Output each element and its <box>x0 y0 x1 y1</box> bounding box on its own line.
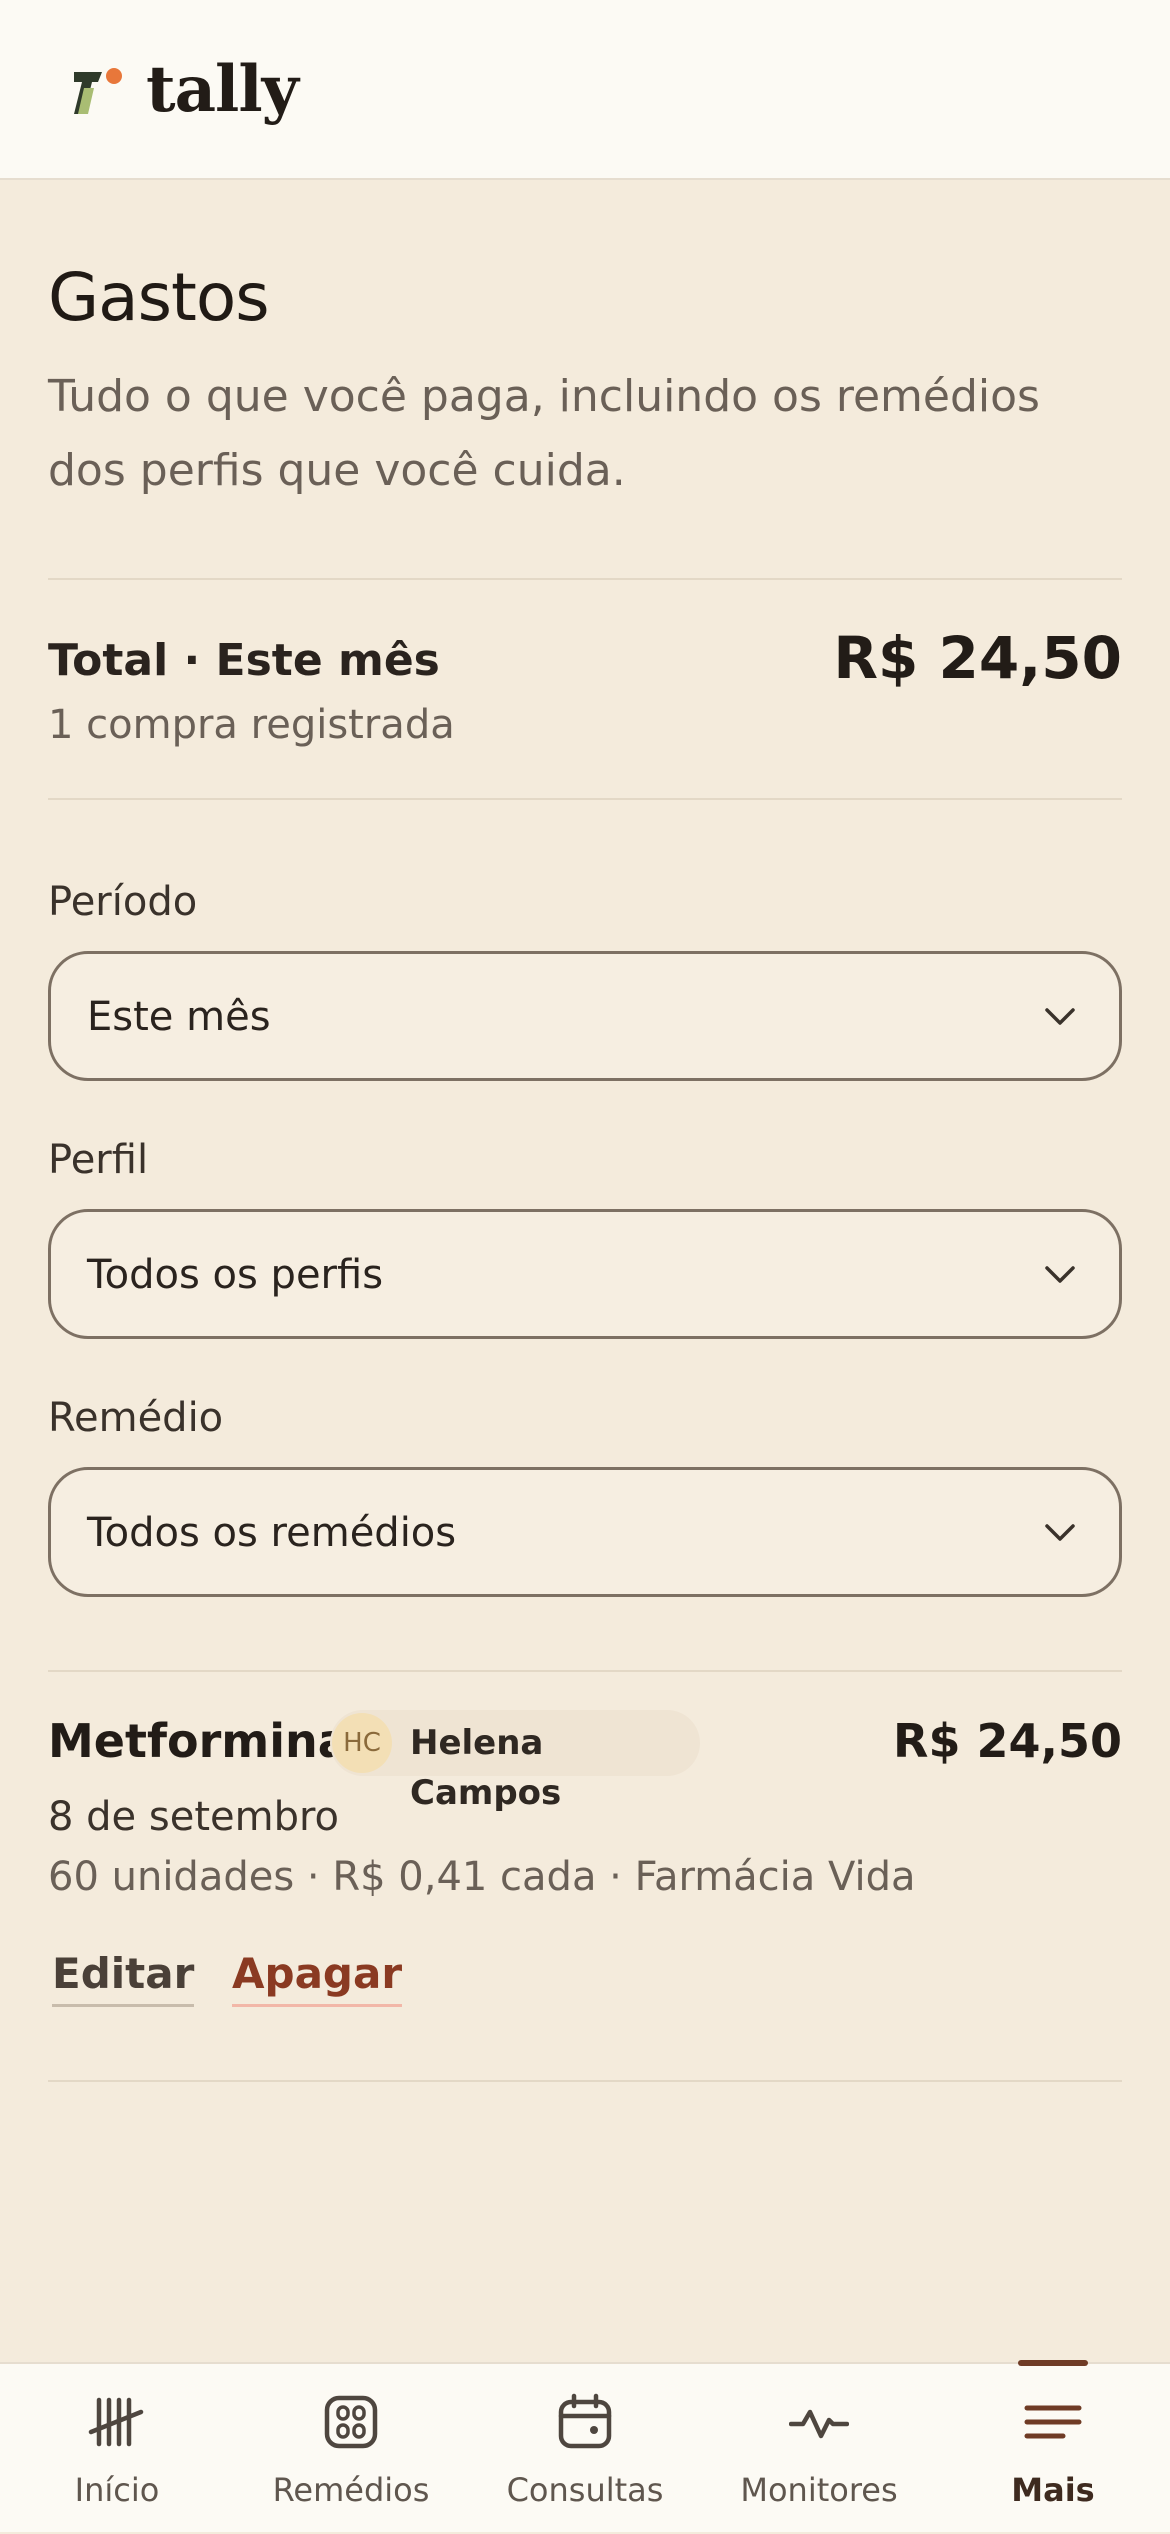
profile-select-value: Todos os perfis <box>87 1252 384 1298</box>
profile-label: Perfil <box>48 1137 149 1183</box>
medicine-label: Remédio <box>48 1395 224 1441</box>
expense-date: 8 de setembro <box>48 1794 340 1840</box>
profile-chip-name: Helena Campos <box>410 1723 562 1813</box>
delete-button[interactable]: Apagar <box>232 1946 403 2007</box>
chevron-down-icon <box>1045 1524 1075 1541</box>
tab-label: Monitores <box>740 2471 898 2509</box>
page-title: Gastos <box>48 259 270 336</box>
total-label: Total · Este mês <box>48 635 440 686</box>
profile-select[interactable]: Todos os perfis <box>48 1209 1122 1339</box>
chevron-down-icon <box>1045 1008 1075 1025</box>
divider <box>48 1670 1122 1672</box>
divider <box>48 2080 1122 2082</box>
profile-chip: HC Helena Campos <box>330 1710 700 1813</box>
period-label: Período <box>48 879 198 925</box>
avatar: HC <box>332 1713 392 1773</box>
bottom-tab-bar: Início Remédios Consultas Monitores Mais <box>0 2360 1170 2534</box>
period-select[interactable]: Este mês <box>48 951 1122 1081</box>
expense-price: R$ 24,50 <box>893 1714 1122 1768</box>
app-logo-text: tally <box>146 52 299 127</box>
page-subtitle: Tudo o que você paga, incluindo os reméd… <box>48 371 1040 496</box>
total-amount: R$ 24,50 <box>833 624 1122 692</box>
calendar-icon <box>558 2393 612 2449</box>
tally-logo-icon <box>74 68 122 114</box>
active-tab-indicator <box>1018 2360 1088 2366</box>
chevron-down-icon <box>1045 1266 1075 1283</box>
pulse-icon <box>789 2409 849 2439</box>
tab-label: Início <box>74 2471 160 2509</box>
divider <box>48 798 1122 800</box>
tab-label: Remédios <box>272 2471 430 2509</box>
app-header: tally <box>0 0 1170 180</box>
expense-details: 60 unidades · R$ 0,41 cada · Farmácia Vi… <box>48 1854 916 1900</box>
menu-icon <box>1024 2405 1082 2439</box>
purchase-count: 1 compra registrada <box>48 702 455 748</box>
tab-mais[interactable]: Mais <box>936 2360 1170 2534</box>
expense-medicine-name: Metformina <box>48 1714 349 1768</box>
tab-label: Consultas <box>506 2471 664 2509</box>
edit-button[interactable]: Editar <box>52 1946 195 2007</box>
period-select-value: Este mês <box>87 994 271 1040</box>
tab-inicio[interactable]: Início <box>0 2364 234 2534</box>
pill-box-icon <box>324 2395 378 2449</box>
tally-marks-icon <box>88 2397 144 2447</box>
medicine-select-value: Todos os remédios <box>87 1510 457 1556</box>
tab-label: Mais <box>1011 2471 1095 2509</box>
medicine-select[interactable]: Todos os remédios <box>48 1467 1122 1597</box>
tab-monitores[interactable]: Monitores <box>702 2364 936 2534</box>
tab-consultas[interactable]: Consultas <box>468 2364 702 2534</box>
tab-remedios[interactable]: Remédios <box>234 2364 468 2534</box>
divider <box>48 578 1122 580</box>
